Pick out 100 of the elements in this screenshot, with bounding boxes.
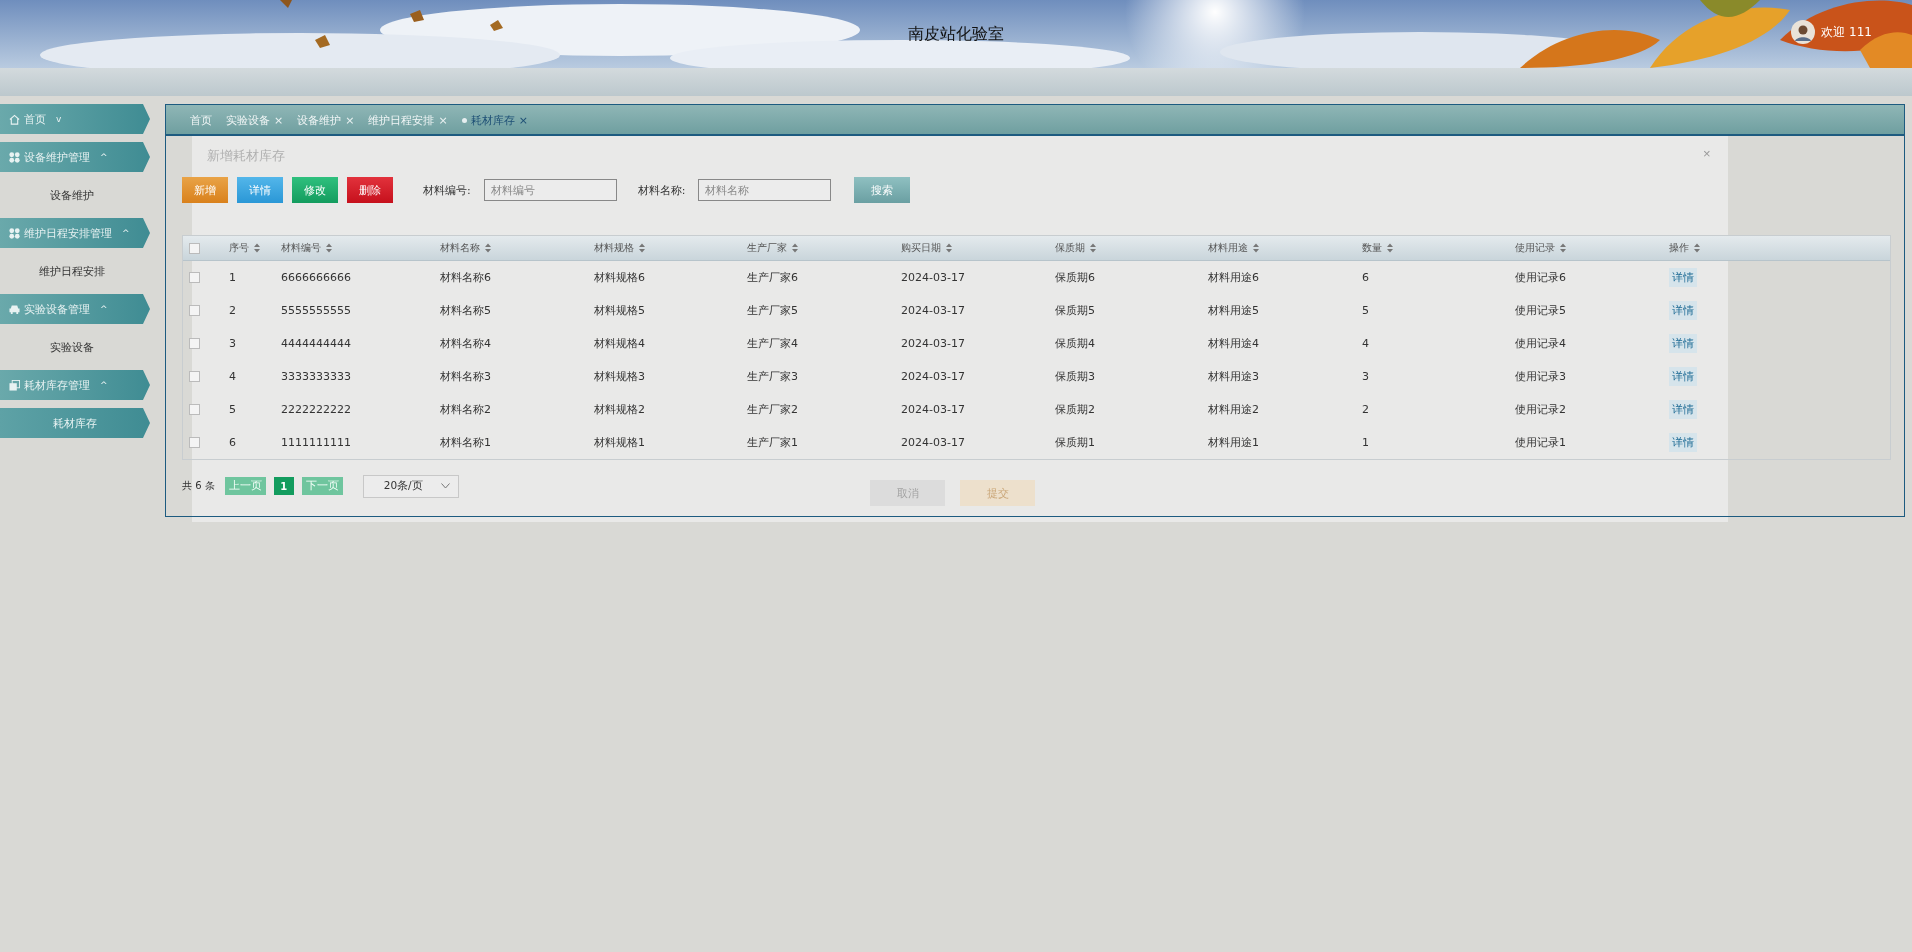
column-header[interactable]: 数量 — [1362, 241, 1382, 255]
sort-icon[interactable] — [1694, 243, 1700, 253]
table-cell-text: 材料规格6 — [593, 270, 646, 285]
sort-icon[interactable] — [1253, 243, 1259, 253]
detail-button[interactable]: 详情 — [1669, 400, 1697, 419]
detail-button[interactable]: 详情 — [237, 177, 283, 203]
caret-icon[interactable]: v — [56, 114, 62, 124]
detail-button[interactable]: 详情 — [1669, 268, 1697, 287]
sidebar-group[interactable]: 首页 v — [0, 104, 150, 134]
sort-icon[interactable] — [639, 243, 645, 253]
edit-button[interactable]: 修改 — [292, 177, 338, 203]
column-header[interactable]: 材料名称 — [440, 241, 480, 255]
next-page-button[interactable]: 下一页 — [301, 477, 343, 495]
table-cell-text: 2024-03-17 — [900, 436, 966, 449]
table-cell-text: 6 — [228, 436, 237, 449]
tab[interactable]: 耗材库存 × — [461, 113, 528, 134]
column-header[interactable]: 序号 — [229, 241, 249, 255]
delete-button[interactable]: 删除 — [347, 177, 393, 203]
sort-icon[interactable] — [485, 243, 491, 253]
table-cell-text: 2024-03-17 — [900, 403, 966, 416]
table-cell-text: 材料名称4 — [439, 336, 492, 351]
sidebar-item[interactable]: 维护日程安排 — [0, 256, 143, 286]
table-cell-text: 材料用途3 — [1207, 369, 1260, 384]
tab[interactable]: 设备维护 × — [297, 113, 355, 134]
table-cell-text: 4 — [228, 370, 237, 383]
checkbox[interactable] — [189, 437, 200, 448]
table-cell-text: 保质期5 — [1054, 303, 1096, 318]
caret-icon[interactable]: ^ — [100, 380, 108, 390]
detail-button[interactable]: 详情 — [1669, 301, 1697, 320]
table-cell-text: 使用记录3 — [1514, 369, 1567, 384]
add-button[interactable]: 新增 — [182, 177, 228, 203]
checkbox[interactable] — [189, 305, 200, 316]
checkbox[interactable] — [189, 404, 200, 415]
column-header[interactable]: 使用记录 — [1515, 241, 1555, 255]
sidebar-item[interactable]: 设备维护 — [0, 180, 143, 210]
sort-icon[interactable] — [792, 243, 798, 253]
column-header[interactable]: 材料规格 — [594, 241, 634, 255]
checkbox[interactable] — [189, 272, 200, 283]
table-cell-text: 2 — [228, 304, 237, 317]
column-header[interactable]: 材料编号 — [281, 241, 321, 255]
close-icon[interactable]: × — [274, 114, 284, 127]
checkbox[interactable] — [189, 338, 200, 349]
sidebar-group[interactable]: 耗材库存管理 ^ — [0, 370, 150, 400]
table-cell-text: 材料用途4 — [1207, 336, 1260, 351]
sidebar-group[interactable]: 设备维护管理 ^ — [0, 142, 150, 172]
filter-label: 材料编号: — [423, 182, 471, 198]
table-cell-text: 材料名称1 — [439, 435, 492, 450]
table-cell-text: 3 — [1361, 370, 1370, 383]
column-header[interactable]: 保质期 — [1055, 241, 1085, 255]
table-cell-text: 生产厂家4 — [746, 336, 799, 351]
search-field[interactable]: 材料编号 — [483, 179, 617, 201]
caret-icon[interactable]: ^ — [100, 152, 108, 162]
caret-icon[interactable]: ^ — [122, 228, 130, 238]
sidebar-group[interactable]: 维护日程安排管理 ^ — [0, 218, 150, 248]
prev-page-button[interactable]: 上一页 — [224, 477, 266, 495]
sort-icon[interactable] — [254, 243, 260, 253]
sort-icon[interactable] — [1090, 243, 1096, 253]
detail-button[interactable]: 详情 — [1669, 334, 1697, 353]
car-icon — [9, 303, 20, 315]
table-cell-text: 4444444444 — [280, 337, 352, 350]
table-cell-text: 使用记录2 — [1514, 402, 1567, 417]
caret-icon[interactable]: ^ — [100, 304, 108, 314]
column-header[interactable]: 操作 — [1669, 241, 1689, 255]
tab[interactable]: 维护日程安排 × — [368, 113, 448, 134]
sort-icon[interactable] — [326, 243, 332, 253]
close-icon[interactable]: × — [345, 114, 355, 127]
total-count: 共 6 条 — [182, 479, 215, 493]
table-cell-text: 1 — [1361, 436, 1370, 449]
table-cell-text: 材料名称6 — [439, 270, 492, 285]
copy-icon — [9, 379, 20, 391]
column-header[interactable]: 购买日期 — [901, 241, 941, 255]
chevron-icon — [440, 483, 450, 489]
close-icon[interactable]: × — [518, 114, 528, 127]
table-cell-text: 2024-03-17 — [900, 337, 966, 350]
table-cell-text: 材料规格1 — [593, 435, 646, 450]
sort-icon[interactable] — [1387, 243, 1393, 253]
tab[interactable]: 实验设备 × — [226, 113, 284, 134]
search-button[interactable]: 搜索 — [854, 177, 911, 203]
sidebar-group[interactable]: 实验设备管理 ^ — [0, 294, 150, 324]
column-header[interactable]: 生产厂家 — [747, 241, 787, 255]
sidebar-item[interactable]: 耗材库存 — [0, 408, 150, 438]
close-icon[interactable]: × — [438, 114, 448, 127]
filter-label: 材料名称: — [637, 182, 686, 198]
search-field[interactable]: 材料名称 — [698, 179, 832, 201]
checkbox[interactable] — [189, 242, 200, 254]
page-button[interactable]: 1 — [273, 477, 294, 495]
table-cell-text: 3 — [228, 337, 237, 350]
submit-button[interactable]: 提交 — [960, 480, 1035, 506]
sidebar-item[interactable]: 实验设备 — [0, 332, 143, 362]
sort-icon[interactable] — [1560, 243, 1566, 253]
detail-button[interactable]: 详情 — [1669, 433, 1697, 452]
sort-icon[interactable] — [946, 243, 952, 253]
avatar-icon[interactable] — [1791, 20, 1816, 44]
checkbox[interactable] — [189, 371, 200, 382]
table-cell-text: 材料用途1 — [1207, 435, 1260, 450]
tab[interactable]: 首页 — [190, 113, 212, 134]
table-cell-text: 材料用途2 — [1207, 402, 1260, 417]
column-header[interactable]: 材料用途 — [1208, 241, 1248, 255]
detail-button[interactable]: 详情 — [1669, 367, 1697, 386]
user-greeting[interactable]: 欢迎 111 — [1821, 23, 1872, 41]
